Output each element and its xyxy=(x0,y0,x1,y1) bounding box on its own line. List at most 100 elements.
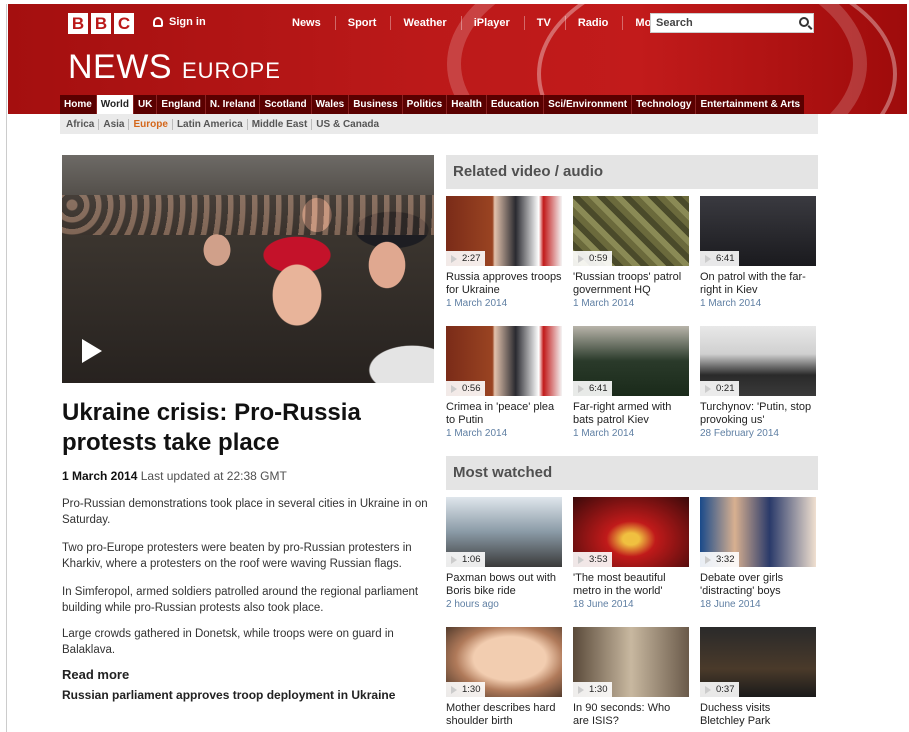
crowd-image xyxy=(62,195,434,235)
card-title[interactable]: Crimea in 'peace' plea to Putin xyxy=(446,401,562,427)
news-title[interactable]: NEWS EUROPE xyxy=(68,48,281,87)
section-nav-sci-environment[interactable]: Sci/Environment xyxy=(543,95,631,114)
play-icon xyxy=(451,686,457,694)
most-watched-card[interactable]: 1:06 Paxman bows out with Boris bike rid… xyxy=(446,497,562,610)
video-thumbnail[interactable]: 3:32 xyxy=(700,497,816,567)
most-watched-card[interactable]: 3:32 Debate over girls 'distracting' boy… xyxy=(700,497,816,610)
play-icon xyxy=(578,686,584,694)
read-more-heading: Read more xyxy=(62,667,130,682)
section-nav-health[interactable]: Health xyxy=(446,95,486,114)
play-icon xyxy=(705,255,711,263)
video-thumbnail[interactable]: 1:06 xyxy=(446,497,562,567)
play-icon[interactable] xyxy=(82,339,102,363)
most-watched-card[interactable]: 1:30 Mother describes hard shoulder birt… xyxy=(446,627,562,728)
video-thumbnail[interactable]: 6:41 xyxy=(573,326,689,396)
card-title[interactable]: On patrol with the far-right in Kiev xyxy=(700,271,816,297)
region-label: EUROPE xyxy=(182,58,281,83)
section-nav-uk[interactable]: UK xyxy=(132,95,156,114)
card-title[interactable]: 'The most beautiful metro in the world' xyxy=(573,572,689,598)
related-card[interactable]: 0:59 'Russian troops' patrol government … xyxy=(573,196,689,309)
page-border xyxy=(6,4,7,732)
duration-badge: 2:27 xyxy=(446,251,485,266)
section-nav-technology[interactable]: Technology xyxy=(631,95,695,114)
most-watched-card[interactable]: 0:37 Duchess visits Bletchley Park xyxy=(700,627,816,728)
hero-video[interactable] xyxy=(62,155,434,383)
related-card[interactable]: 2:27 Russia approves troops for Ukraine … xyxy=(446,196,562,309)
card-date: 1 March 2014 xyxy=(700,298,762,309)
video-thumbnail[interactable]: 0:59 xyxy=(573,196,689,266)
video-thumbnail[interactable]: 2:27 xyxy=(446,196,562,266)
search-icon[interactable] xyxy=(799,17,809,27)
top-nav-sport[interactable]: Sport xyxy=(334,16,391,30)
sub-nav-middle-east[interactable]: Middle East xyxy=(246,118,312,130)
section-nav-entertainment-arts[interactable]: Entertainment & Arts xyxy=(695,95,804,114)
card-title[interactable]: Russia approves troops for Ukraine xyxy=(446,271,562,297)
related-heading: Related video / audio xyxy=(446,155,818,189)
card-title[interactable]: In 90 seconds: Who are ISIS? xyxy=(573,702,689,728)
duration-badge: 0:21 xyxy=(700,381,739,396)
play-icon xyxy=(451,385,457,393)
read-more-link[interactable]: Russian parliament approves troop deploy… xyxy=(62,688,395,702)
video-thumbnail[interactable]: 1:30 xyxy=(573,627,689,697)
video-thumbnail[interactable]: 3:53 xyxy=(573,497,689,567)
card-date: 1 March 2014 xyxy=(446,298,508,309)
card-title[interactable]: Paxman bows out with Boris bike ride xyxy=(446,572,562,598)
article-updated: Last updated at 22:38 GMT xyxy=(140,469,287,483)
video-thumbnail[interactable]: 0:56 xyxy=(446,326,562,396)
card-title[interactable]: Turchynov: 'Putin, stop provoking us' xyxy=(700,401,816,427)
card-title[interactable]: 'Russian troops' patrol government HQ xyxy=(573,271,689,297)
search-box xyxy=(650,13,814,33)
sub-nav-asia[interactable]: Asia xyxy=(98,118,128,130)
top-nav-weather[interactable]: Weather xyxy=(390,16,460,30)
card-title[interactable]: Duchess visits Bletchley Park xyxy=(700,702,816,728)
card-title[interactable]: Debate over girls 'distracting' boys xyxy=(700,572,816,598)
section-nav-scotland[interactable]: Scotland xyxy=(259,95,310,114)
user-icon xyxy=(153,17,163,27)
section-nav-n-ireland[interactable]: N. Ireland xyxy=(204,95,260,114)
video-thumbnail[interactable]: 0:37 xyxy=(700,627,816,697)
top-nav-iplayer[interactable]: iPlayer xyxy=(460,16,524,30)
top-nav-news[interactable]: News xyxy=(280,16,335,30)
sub-nav-africa[interactable]: Africa xyxy=(62,119,98,130)
section-nav-home[interactable]: Home xyxy=(60,95,96,114)
sub-nav-us-canada[interactable]: US & Canada xyxy=(311,118,383,130)
bbc-logo[interactable]: B B C xyxy=(68,13,134,34)
duration-badge: 0:37 xyxy=(700,682,739,697)
related-card[interactable]: 0:56 Crimea in 'peace' plea to Putin 1 M… xyxy=(446,326,562,439)
related-card[interactable]: 6:41 On patrol with the far-right in Kie… xyxy=(700,196,816,309)
card-title[interactable]: Far-right armed with bats patrol Kiev xyxy=(573,401,689,427)
section-nav-education[interactable]: Education xyxy=(485,95,543,114)
most-watched-card[interactable]: 3:53 'The most beautiful metro in the wo… xyxy=(573,497,689,610)
logo-letter: B xyxy=(91,13,111,34)
related-card[interactable]: 0:21 Turchynov: 'Putin, stop provoking u… xyxy=(700,326,816,439)
sub-nav-latin-america[interactable]: Latin America xyxy=(171,118,247,130)
sub-nav-europe[interactable]: Europe xyxy=(128,118,171,130)
section-nav-politics[interactable]: Politics xyxy=(401,95,447,114)
card-title[interactable]: Mother describes hard shoulder birth xyxy=(446,702,562,728)
video-thumbnail[interactable]: 6:41 xyxy=(700,196,816,266)
play-icon xyxy=(578,556,584,564)
top-nav-tv[interactable]: TV xyxy=(523,16,565,30)
top-nav-radio[interactable]: Radio xyxy=(564,16,623,30)
section-nav-wales[interactable]: Wales xyxy=(310,95,349,114)
section-nav-business[interactable]: Business xyxy=(348,95,401,114)
play-icon xyxy=(578,255,584,263)
section-nav-england[interactable]: England xyxy=(156,95,204,114)
duration-badge: 1:30 xyxy=(446,682,485,697)
most-watched-card[interactable]: 1:30 In 90 seconds: Who are ISIS? xyxy=(573,627,689,728)
article-dateline: 1 March 2014 Last updated at 22:38 GMT xyxy=(62,469,287,483)
video-thumbnail[interactable]: 1:30 xyxy=(446,627,562,697)
card-date: 1 March 2014 xyxy=(573,428,635,439)
section-nav-world[interactable]: World xyxy=(95,95,133,114)
play-icon xyxy=(705,556,711,564)
sign-in-link[interactable]: Sign in xyxy=(153,16,206,28)
duration-badge: 3:53 xyxy=(573,552,612,567)
related-card[interactable]: 6:41 Far-right armed with bats patrol Ki… xyxy=(573,326,689,439)
article-paragraph: In Simferopol, armed soldiers patrolled … xyxy=(62,586,419,614)
article-date: 1 March 2014 xyxy=(62,469,138,483)
video-thumbnail[interactable]: 0:21 xyxy=(700,326,816,396)
card-date: 2 hours ago xyxy=(446,599,499,610)
duration-badge: 3:32 xyxy=(700,552,739,567)
play-icon xyxy=(451,556,457,564)
search-input[interactable] xyxy=(651,17,791,29)
